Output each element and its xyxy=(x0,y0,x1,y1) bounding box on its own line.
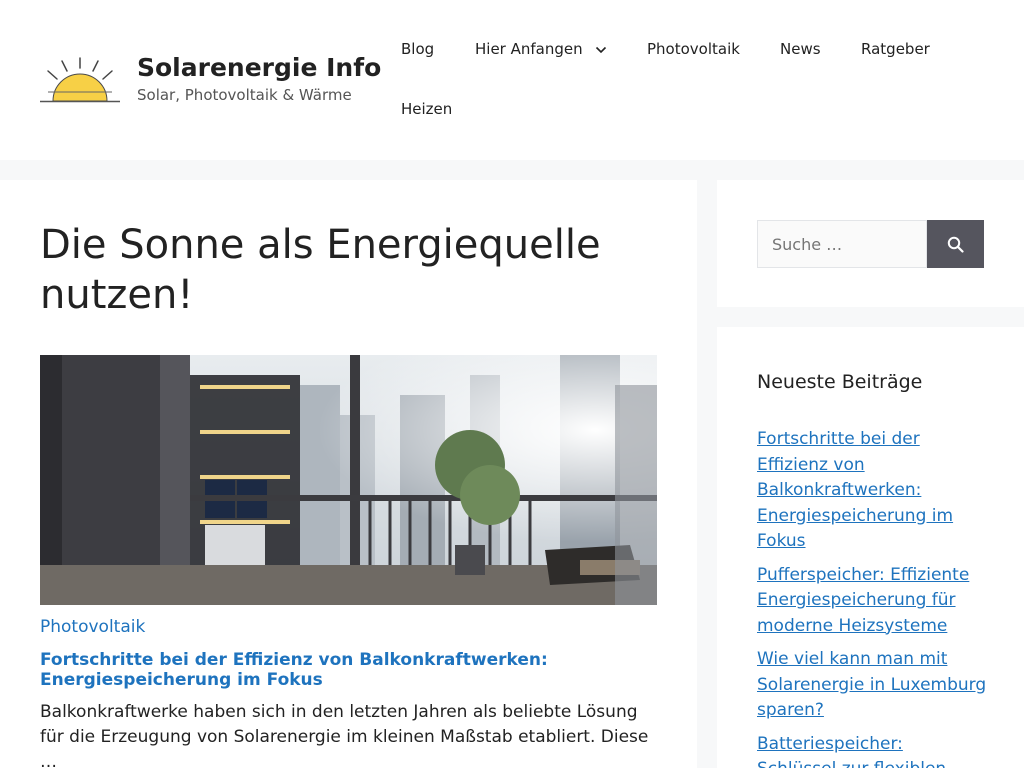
nav-item-blog[interactable]: Blog xyxy=(401,40,434,58)
list-item: Wie viel kann man mit Solarenergie in Lu… xyxy=(757,647,987,724)
recent-post-link[interactable]: Batteriespeicher: Schlüssel zur flexible… xyxy=(757,734,946,768)
site-header: Solarenergie Info Solar, Photovoltaik & … xyxy=(0,0,1024,160)
recent-post-link[interactable]: Fortschritte bei der Effizienz von Balko… xyxy=(757,429,953,551)
nav-item-heizen[interactable]: Heizen xyxy=(401,100,452,118)
nav-item-hier-anfangen[interactable]: Hier Anfangen xyxy=(475,40,607,58)
search-input[interactable] xyxy=(757,220,927,268)
post-title-link[interactable]: Fortschritte bei der Effizienz von Balko… xyxy=(40,650,640,690)
balcony-photo xyxy=(40,355,657,605)
list-item: Batteriespeicher: Schlüssel zur flexible… xyxy=(757,732,987,768)
nav-item-photovoltaik[interactable]: Photovoltaik xyxy=(647,40,740,58)
widget-title: Neueste Beiträge xyxy=(757,371,923,393)
recent-posts-widget: Neueste Beiträge Fortschritte bei der Ef… xyxy=(717,327,1024,768)
nav-label: Heizen xyxy=(401,100,453,118)
main-content: Die Sonne als Energiequelle nutzen! Phot… xyxy=(0,180,697,768)
site-tagline: Solar, Photovoltaik & Wärme xyxy=(137,86,352,104)
search-icon xyxy=(947,236,964,253)
nav-label: Ratgeber xyxy=(861,40,930,58)
page-title: Die Sonne als Energiequelle nutzen! xyxy=(40,222,601,318)
chevron-down-icon[interactable] xyxy=(595,46,607,54)
site-title[interactable]: Solarenergie Info xyxy=(137,53,381,82)
list-item: Pufferspeicher: Effiziente Energiespeich… xyxy=(757,563,987,640)
recent-post-link[interactable]: Wie viel kann man mit Solarenergie in Lu… xyxy=(757,649,986,720)
nav-item-ratgeber[interactable]: Ratgeber xyxy=(861,40,930,58)
nav-label: Blog xyxy=(401,40,435,58)
nav-item-news[interactable]: News xyxy=(780,40,821,58)
sun-logo-icon[interactable] xyxy=(40,55,120,105)
post-category-link[interactable]: Photovoltaik xyxy=(40,617,145,637)
list-item: Fortschritte bei der Effizienz von Balko… xyxy=(757,427,987,555)
post-excerpt: Balkonkraftwerke haben sich in den letzt… xyxy=(40,702,649,768)
post-featured-image[interactable] xyxy=(40,355,657,605)
recent-posts-list: Fortschritte bei der Effizienz von Balko… xyxy=(757,427,987,768)
recent-post-link[interactable]: Pufferspeicher: Effiziente Energiespeich… xyxy=(757,565,969,636)
nav-label: Photovoltaik xyxy=(647,40,740,58)
search-widget xyxy=(717,180,1024,307)
nav-label: News xyxy=(780,40,821,58)
search-button[interactable] xyxy=(927,220,984,268)
nav-label: Hier Anfangen xyxy=(475,40,583,58)
